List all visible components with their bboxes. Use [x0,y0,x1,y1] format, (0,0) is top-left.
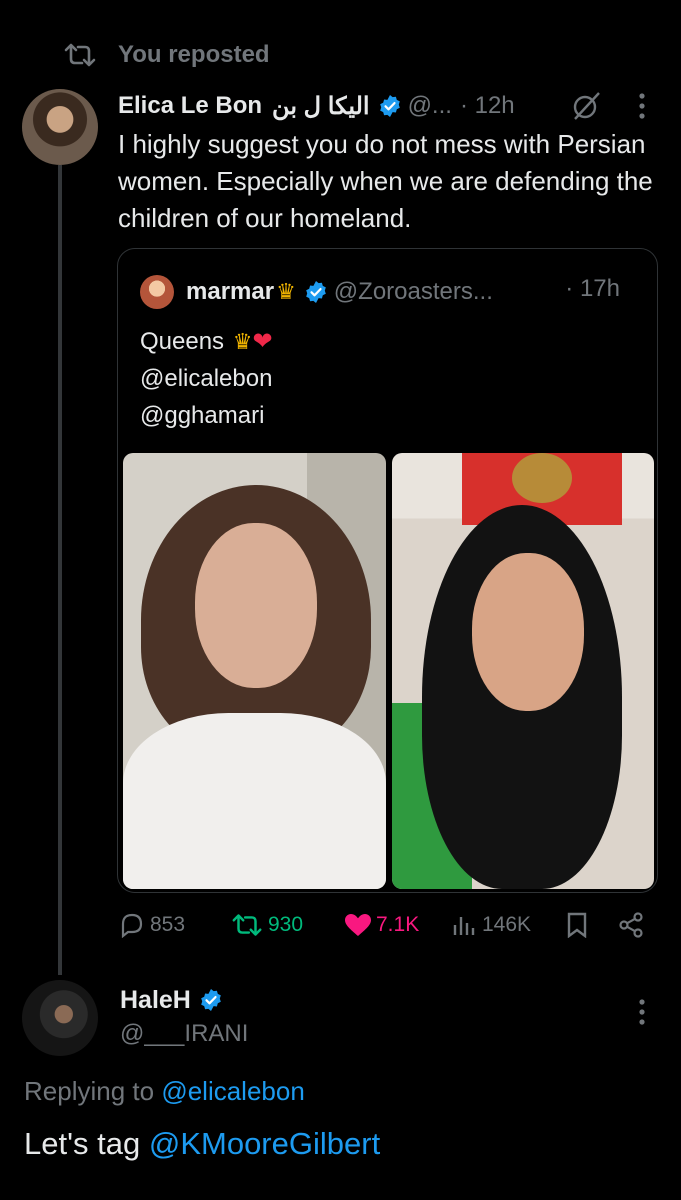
heart-emoji-icon: ❤ [252,328,273,355]
views-icon [453,917,475,935]
bookmark-button[interactable] [566,912,588,938]
author-avatar[interactable] [22,89,98,165]
more-options-icon[interactable] [637,92,647,120]
author-name[interactable]: Elica Le Bon [118,92,262,120]
heart-icon [345,914,371,936]
repost-icon [232,914,262,936]
post-text: I highly suggest you do not mess with Pe… [118,129,653,233]
post-header-icons [569,86,647,126]
replying-to-prefix: Replying to [24,1076,155,1106]
replying-to-handle[interactable]: @elicalebon [161,1076,304,1106]
photo-right[interactable] [391,453,654,889]
photo-left[interactable] [123,453,386,889]
crown-emoji-icon: ♛ [232,329,253,354]
like-count: 7.1K [376,913,420,936]
quote-media [123,453,654,889]
quote-time[interactable]: · 17h [565,275,620,303]
views-button[interactable]: 146K [452,913,531,937]
repost-banner-label: You reposted [118,41,270,68]
repost-count: 930 [268,913,304,936]
quote-header: marmar ♛ @Zoroasters... · 17h [140,275,640,309]
action-bar: 853 930 7.1K 146K [118,905,648,945]
crown-emoji-icon: ♛ [276,279,296,304]
reply-icon [121,913,143,938]
repost-button[interactable]: 930 [230,913,303,937]
share-button[interactable] [618,912,644,938]
like-button[interactable]: 7.1K [344,913,419,937]
quote-mention-1[interactable]: @elicalebon [140,360,273,397]
thread-connector [58,165,62,975]
views-count: 146K [482,913,532,936]
replying-to: Replying to @elicalebon [24,1076,305,1107]
quote-text: Queens ♛❤ @elicalebon @gghamari [140,323,273,434]
more-options-icon[interactable] [637,998,647,1026]
reply-author-handle[interactable]: @___IRANI [120,1020,248,1048]
author-handle[interactable]: @... [408,92,452,120]
quoted-post[interactable]: marmar ♛ @Zoroasters... · 17h Queens ♛❤ … [117,248,658,893]
reply-header: HaleH @___IRANI [120,982,248,1048]
reply-text-prefix: Let's tag [24,1126,141,1161]
verified-badge-icon [201,989,221,1011]
post-time[interactable]: · 12h [460,92,515,120]
repost-banner: You reposted [62,40,270,70]
reply-button[interactable]: 853 [118,912,185,938]
quote-author-avatar[interactable] [140,275,174,309]
reply-author-name[interactable]: HaleH [120,986,191,1015]
author-name-alt[interactable]: الیکا ل بن [272,92,370,121]
verified-badge-icon [305,281,326,303]
verified-badge-icon [379,95,400,117]
quote-author-name[interactable]: marmar [186,278,274,306]
reply-author-avatar[interactable] [22,980,98,1056]
quote-mention-2[interactable]: @gghamari [140,397,273,434]
share-icon [619,912,643,938]
reply-count: 853 [150,913,186,936]
quote-author-handle[interactable]: @Zoroasters... [334,278,493,306]
grok-icon[interactable] [569,89,603,123]
reply-mention[interactable]: @KMooreGilbert [149,1126,380,1161]
quote-text-line1: Queens [140,328,225,355]
bookmark-icon [567,912,587,938]
repost-icon [62,40,102,70]
reply-text: Let's tag @KMooreGilbert [24,1126,380,1162]
